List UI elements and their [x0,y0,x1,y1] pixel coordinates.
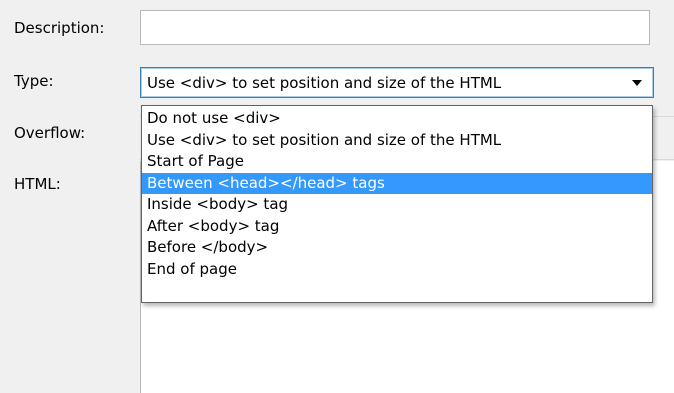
chevron-down-icon[interactable] [632,80,642,86]
type-label: Type: [14,72,54,90]
html-label: HTML: [14,175,61,193]
description-input[interactable] [140,10,650,45]
type-option-end-of-page[interactable]: End of page [142,259,652,281]
type-select[interactable]: Use <div> to set position and size of th… [140,67,654,98]
overflow-label: Overflow: [14,124,86,142]
type-option-before-body-close[interactable]: Before </body> [142,237,652,259]
type-option-inside-body[interactable]: Inside <body> tag [142,194,652,216]
type-option-after-body[interactable]: After <body> tag [142,216,652,238]
type-option-start-of-page[interactable]: Start of Page [142,151,652,173]
type-select-value: Use <div> to set position and size of th… [147,74,502,92]
type-option-use-div[interactable]: Use <div> to set position and size of th… [142,130,652,152]
type-option-no-div[interactable]: Do not use <div> [142,108,652,130]
type-option-between-head[interactable]: Between <head></head> tags [142,172,652,194]
type-dropdown-list[interactable]: Do not use <div> Use <div> to set positi… [141,105,653,303]
description-label: Description: [14,19,105,37]
